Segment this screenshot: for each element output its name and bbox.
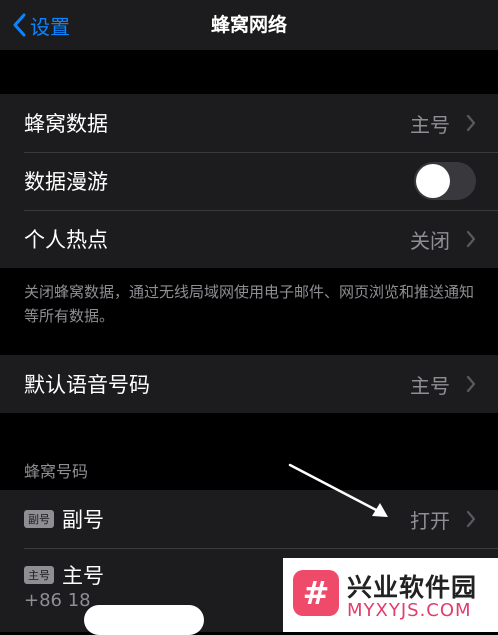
sim-badge: 副号 bbox=[24, 510, 54, 528]
cellular-data-row[interactable]: 蜂窝数据 主号 bbox=[0, 94, 498, 152]
chevron-right-icon bbox=[466, 375, 476, 393]
page-title: 蜂窝网络 bbox=[210, 14, 287, 36]
secondary-line-label: 副号 副号 bbox=[24, 504, 104, 534]
cellular-plans-header: 蜂窝号码 bbox=[24, 462, 89, 481]
cellular-settings-group: 蜂窝数据 主号 数据漫游 个人热点 关闭 bbox=[0, 94, 498, 268]
cellular-data-label: 蜂窝数据 bbox=[24, 112, 108, 136]
watermark: # 兴业软件园 MYXYJS.COM bbox=[283, 558, 498, 632]
cellular-data-value: 主号 bbox=[410, 112, 450, 137]
data-roaming-row: 数据漫游 bbox=[0, 152, 498, 210]
redaction-mark bbox=[84, 605, 204, 635]
personal-hotspot-label: 个人热点 bbox=[24, 228, 108, 252]
chevron-right-icon bbox=[466, 230, 476, 248]
navigation-bar: 设置 蜂窝网络 bbox=[0, 0, 498, 50]
default-voice-line-label: 默认语音号码 bbox=[24, 373, 150, 397]
watermark-title: 兴业软件园 bbox=[347, 573, 478, 602]
chevron-right-icon bbox=[466, 510, 476, 528]
chevron-right-icon bbox=[466, 114, 476, 132]
default-voice-line-value: 主号 bbox=[410, 373, 450, 398]
personal-hotspot-row[interactable]: 个人热点 关闭 bbox=[0, 210, 498, 268]
data-roaming-toggle[interactable] bbox=[414, 162, 476, 200]
primary-line-number: +86 18 bbox=[24, 590, 91, 611]
primary-line-name: 主号 bbox=[62, 564, 104, 588]
cellular-data-footnote: 关闭蜂窝数据，通过无线局域网使用电子邮件、网页浏览和推送通知等所有数据。 bbox=[24, 283, 475, 325]
personal-hotspot-value: 关闭 bbox=[410, 228, 450, 253]
default-voice-line-row[interactable]: 默认语音号码 主号 bbox=[0, 355, 498, 413]
primary-line-label: 主号 主号 bbox=[24, 560, 104, 590]
watermark-url: MYXYJS.COM bbox=[347, 600, 472, 621]
secondary-line-row[interactable]: 副号 副号 打开 bbox=[0, 490, 498, 548]
toggle-knob bbox=[416, 164, 450, 198]
sim-badge: 主号 bbox=[24, 566, 54, 584]
watermark-logo-icon: # bbox=[293, 570, 339, 616]
watermark-logo-glyph: # bbox=[302, 574, 330, 612]
secondary-line-value: 打开 bbox=[410, 508, 450, 533]
secondary-line-name: 副号 bbox=[62, 508, 104, 532]
data-roaming-label: 数据漫游 bbox=[24, 170, 108, 194]
voice-settings-group: 默认语音号码 主号 bbox=[0, 355, 498, 413]
